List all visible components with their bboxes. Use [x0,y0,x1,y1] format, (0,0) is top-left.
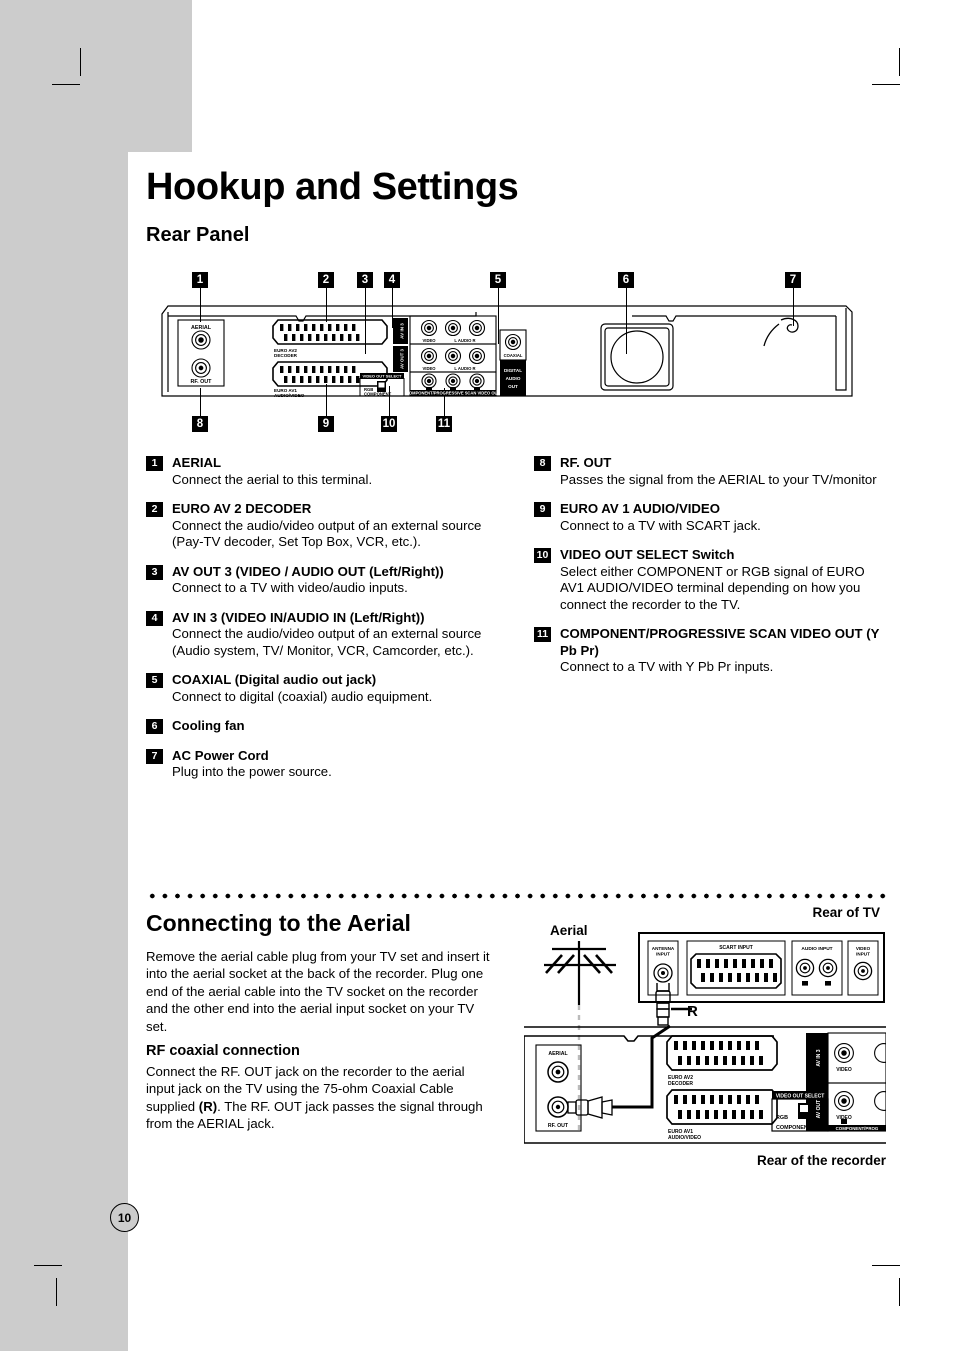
label-rec-euro-av1-av: AUDIO/VIDEO [668,1135,701,1141]
item-body-2: Connect the audio/video output of an ext… [172,517,482,550]
description-item-3: 3 AV OUT 3 (VIDEO / AUDIO OUT (Left/Righ… [146,564,498,597]
item-heading-9: EURO AV 1 AUDIO/VIDEO [560,501,720,516]
label-audio-input: AUDIO INPUT [801,946,832,952]
label-antenna-input-2: INPUT [656,952,670,957]
crop-mark-top-left-v [80,48,81,76]
label-audio-in: L AUDIO R [454,338,475,343]
item-body-8: Passes the signal from the AERIAL to you… [560,471,877,487]
aerial-connection-illustration: ANTENNA INPUT SCART INPUT AUDIO INPUT VI… [524,932,886,1144]
label-out-word: OUT [508,384,518,389]
label-euro-av1-av: AUDIO/VIDEO [274,393,305,398]
label-video-in: VIDEO [422,338,436,343]
left-margin-band [0,0,128,1351]
item-body-9: Connect to a TV with SCART jack. [560,517,761,533]
label-video-out-select: VIDEO OUT SELECT [363,373,402,378]
item-heading-1: AERIAL [172,455,222,470]
label-rec-rf-out: RF. OUT [548,1123,569,1129]
label-video-out: VIDEO [422,366,436,371]
description-item-1: 1 AERIAL Connect the aerial to this term… [146,455,498,488]
item-number-7: 7 [146,748,163,764]
item-heading-8: RF. OUT [560,455,612,470]
label-rf-out: RF. OUT [191,379,213,385]
rear-panel-illustration: AERIAL RF. OUT EURO AV2 DECODER EURO AV1… [161,305,853,398]
label-euro-av2-decoder: DECODER [274,353,298,358]
item-body-10: Select either COMPONENT or RGB signal of… [560,563,865,612]
item-body-11: Connect to a TV with Y Pb Pr inputs. [560,659,774,674]
label-audio-out: L AUDIO R [454,366,475,371]
item-number-3: 3 [146,564,163,580]
page-number: 10 [110,1203,139,1232]
label-video-input-2: INPUT [856,952,870,957]
item-heading-2: EURO AV 2 DECODER [172,501,312,516]
page-title: Hookup and Settings [146,166,519,208]
label-scart-input: SCART INPUT [719,945,753,951]
item-heading-6: Cooling fan [172,718,245,733]
crop-mark-bottom-right-v [899,1278,900,1306]
item-body-7: Plug into the power source. [172,764,332,779]
label-coaxial: COAXIAL [504,353,523,358]
label-rec-av-in-3: AV IN 3 [816,1049,822,1066]
crop-mark-top-right-v [899,48,900,76]
page-content: Hookup and Settings Rear Panel 1 2 3 4 5… [146,0,886,1351]
item-body-3: Connect to a TV with video/audio inputs. [172,580,408,595]
aerial-section-body: Remove the aerial cable plug from your T… [146,949,490,1034]
item-number-5: 5 [146,673,163,688]
section-divider [146,892,886,900]
label-rec-component: COMPONENT [776,1125,812,1131]
item-heading-10: VIDEO OUT SELECT Switch [560,547,735,562]
item-heading-11: COMPONENT/PROGRESSIVE SCAN VIDEO OUT (Y … [560,626,880,658]
label-audio-word: AUDIO [506,376,521,381]
rear-panel-diagram: 1 2 3 4 5 6 7 8 9 10 11 AERIAL RF. OUT E… [146,268,886,448]
label-digital: DIGITAL [504,368,522,373]
description-column-left: 1 AERIAL Connect the aerial to this term… [146,455,498,794]
description-item-2: 2 EURO AV 2 DECODER Connect the audio/vi… [146,501,498,551]
label-component-switch: COMPONENT [364,392,392,397]
item-number-4: 4 [146,610,163,626]
item-body-5: Connect to digital (coaxial) audio equip… [172,688,433,704]
item-number-8: 8 [534,456,551,471]
description-item-4: 4 AV IN 3 (VIDEO IN/AUDIO IN (Left/Right… [146,610,498,660]
description-item-7: 7 AC Power Cord Plug into the power sour… [146,748,498,781]
aerial-section-body2: Connect the RF. OUT jack on the recorder… [146,1063,494,1133]
section-heading-rear-panel: Rear Panel [146,224,250,246]
label-video-input-1: VIDEO [856,946,871,951]
body2-bold-r: (R) [198,1098,218,1114]
aerial-subheading-rf-coaxial: RF coaxial connection [146,1043,300,1059]
label-rec-video-1: VIDEO [836,1067,852,1073]
crop-mark-bottom-left-h [34,1265,62,1266]
description-item-10: 10 VIDEO OUT SELECT Switch Select either… [534,547,886,613]
description-item-9: 9 EURO AV 1 AUDIO/VIDEO Connect to a TV … [534,501,886,534]
item-body-4: Connect the audio/video output of an ext… [172,626,482,658]
description-item-8: 8 RF. OUT Passes the signal from the AER… [534,455,886,488]
label-rec-aerial: AERIAL [548,1051,568,1057]
label-rec-euro-av2-dec: DECODER [668,1081,693,1087]
item-heading-3: AV OUT 3 (VIDEO / AUDIO OUT (Left/Right)… [172,563,444,579]
item-heading-7: AC Power Cord [172,747,269,763]
description-item-5: 5 COAXIAL (Digital audio out jack) Conne… [146,672,498,705]
item-number-10: 10 [534,548,551,563]
item-heading-5: COAXIAL (Digital audio out jack) [172,672,377,687]
item-number-1: 1 [146,456,163,471]
label-av-out-3: AV OUT 3 [400,348,405,368]
label-antenna-input-1: ANTENNA [652,946,675,951]
item-number-11: 11 [534,627,551,642]
crop-mark-bottom-left-v [56,1278,57,1306]
item-number-2: 2 [146,502,163,517]
description-item-11: 11 COMPONENT/PROGRESSIVE SCAN VIDEO OUT … [534,626,886,676]
label-rec-rgb: RGB [776,1115,788,1121]
label-rec-component-prog: COMPONENT/PROG [836,1126,879,1131]
description-item-6: 6 Cooling fan [146,718,498,735]
section-heading-connecting-aerial: Connecting to the Aerial [146,910,411,936]
description-column-right: 8 RF. OUT Passes the signal from the AER… [534,455,886,689]
crop-mark-top-left-h [52,84,80,85]
item-body-1: Connect the aerial to this terminal. [172,471,373,487]
aerial-connection-diagram: Rear of TV Aerial Rear of the recorder R [524,905,886,1173]
label-aerial: AERIAL [191,325,212,331]
label-component-out: COMPONENT/PROGRESSIVE SCAN VIDEO OUT [406,391,500,396]
item-number-9: 9 [534,502,551,517]
label-av-in-3: AV IN 3 [400,323,405,339]
item-number-6: 6 [146,719,163,734]
item-heading-4: AV IN 3 (VIDEO IN/AUDIO IN (Left/Right)) [172,609,425,625]
